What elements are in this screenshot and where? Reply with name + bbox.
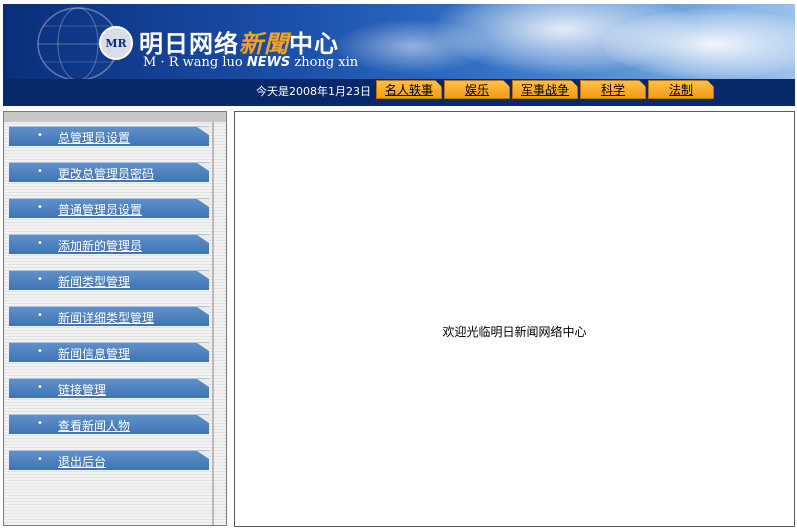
subtitle-suffix: zhong xin [290,55,359,70]
title-highlight: 新聞 [239,29,289,58]
bullet-icon: • [37,274,43,285]
sidebar-item-news-subtypes[interactable]: • 新闻详细类型管理 [9,306,209,326]
sidebar-item-news-types[interactable]: • 新闻类型管理 [9,270,209,290]
nav-button-science[interactable]: 科学 [580,80,646,99]
sidebar-item-logout[interactable]: • 退出后台 [9,450,209,470]
sidebar-item-label[interactable]: 新闻信息管理 [58,345,130,362]
sidebar-rail [212,122,214,525]
site-logo: MR [99,26,133,60]
nav-button-celebrity[interactable]: 名人轶事 [376,80,442,99]
sidebar-item-add-admin[interactable]: • 添加新的管理员 [9,234,209,254]
nav-button-entertainment[interactable]: 娱乐 [444,80,510,99]
bullet-icon: • [37,202,43,213]
bullet-icon: • [37,238,43,249]
main-content: 欢迎光临明日新闻网络中心 [234,111,795,527]
sidebar-item-label[interactable]: 更改总管理员密码 [58,165,154,182]
sidebar-item-label[interactable]: 添加新的管理员 [58,237,142,254]
sidebar-item-links[interactable]: • 链接管理 [9,378,209,398]
admin-sidebar: • 总管理员设置 • 更改总管理员密码 • 普通管理员设置 • 添加新的管理员 … [3,111,227,526]
sidebar-item-label[interactable]: 总管理员设置 [58,129,130,146]
bullet-icon: • [37,310,43,321]
nav-button-law[interactable]: 法制 [648,80,714,99]
date-text: 今天是2008年1月23日 [256,85,371,98]
sidebar-item-label[interactable]: 查看新闻人物 [58,417,130,434]
bullet-icon: • [37,382,43,393]
sidebar-item-news-info[interactable]: • 新闻信息管理 [9,342,209,362]
sidebar-item-change-password[interactable]: • 更改总管理员密码 [9,162,209,182]
bullet-icon: • [37,130,43,141]
bullet-icon: • [37,418,43,429]
title-part2: 中心 [289,30,339,58]
sidebar-item-label[interactable]: 普通管理员设置 [58,201,142,218]
site-subtitle: M · R wang luo NEWS zhong xin [143,55,358,70]
nav-button-military[interactable]: 军事战争 [512,80,578,99]
subtitle-news: NEWS [246,55,291,70]
sidebar-top-strip [4,112,226,122]
sidebar-item-news-people[interactable]: • 查看新闻人物 [9,414,209,434]
title-part1: 明日网络 [139,30,239,58]
bullet-icon: • [37,166,43,177]
bullet-icon: • [37,346,43,357]
sidebar-item-label[interactable]: 退出后台 [58,453,106,470]
top-nav-bar: 今天是2008年1月23日 名人轶事 娱乐 军事战争 科学 法制 [3,79,795,104]
sidebar-item-label[interactable]: 新闻类型管理 [58,273,130,290]
site-title: 明日网络新聞中心 [139,24,339,59]
sidebar-item-admin-settings[interactable]: • 普通管理员设置 [9,198,209,218]
subtitle-prefix: M · R wang luo [143,55,247,70]
sidebar-item-label[interactable]: 新闻详细类型管理 [58,309,154,326]
sidebar-item-label[interactable]: 链接管理 [58,381,106,398]
bullet-icon: • [37,454,43,465]
cloud-decoration [603,9,795,79]
sidebar-item-super-admin-settings[interactable]: • 总管理员设置 [9,126,209,146]
welcome-message: 欢迎光临明日新闻网络中心 [442,325,587,339]
